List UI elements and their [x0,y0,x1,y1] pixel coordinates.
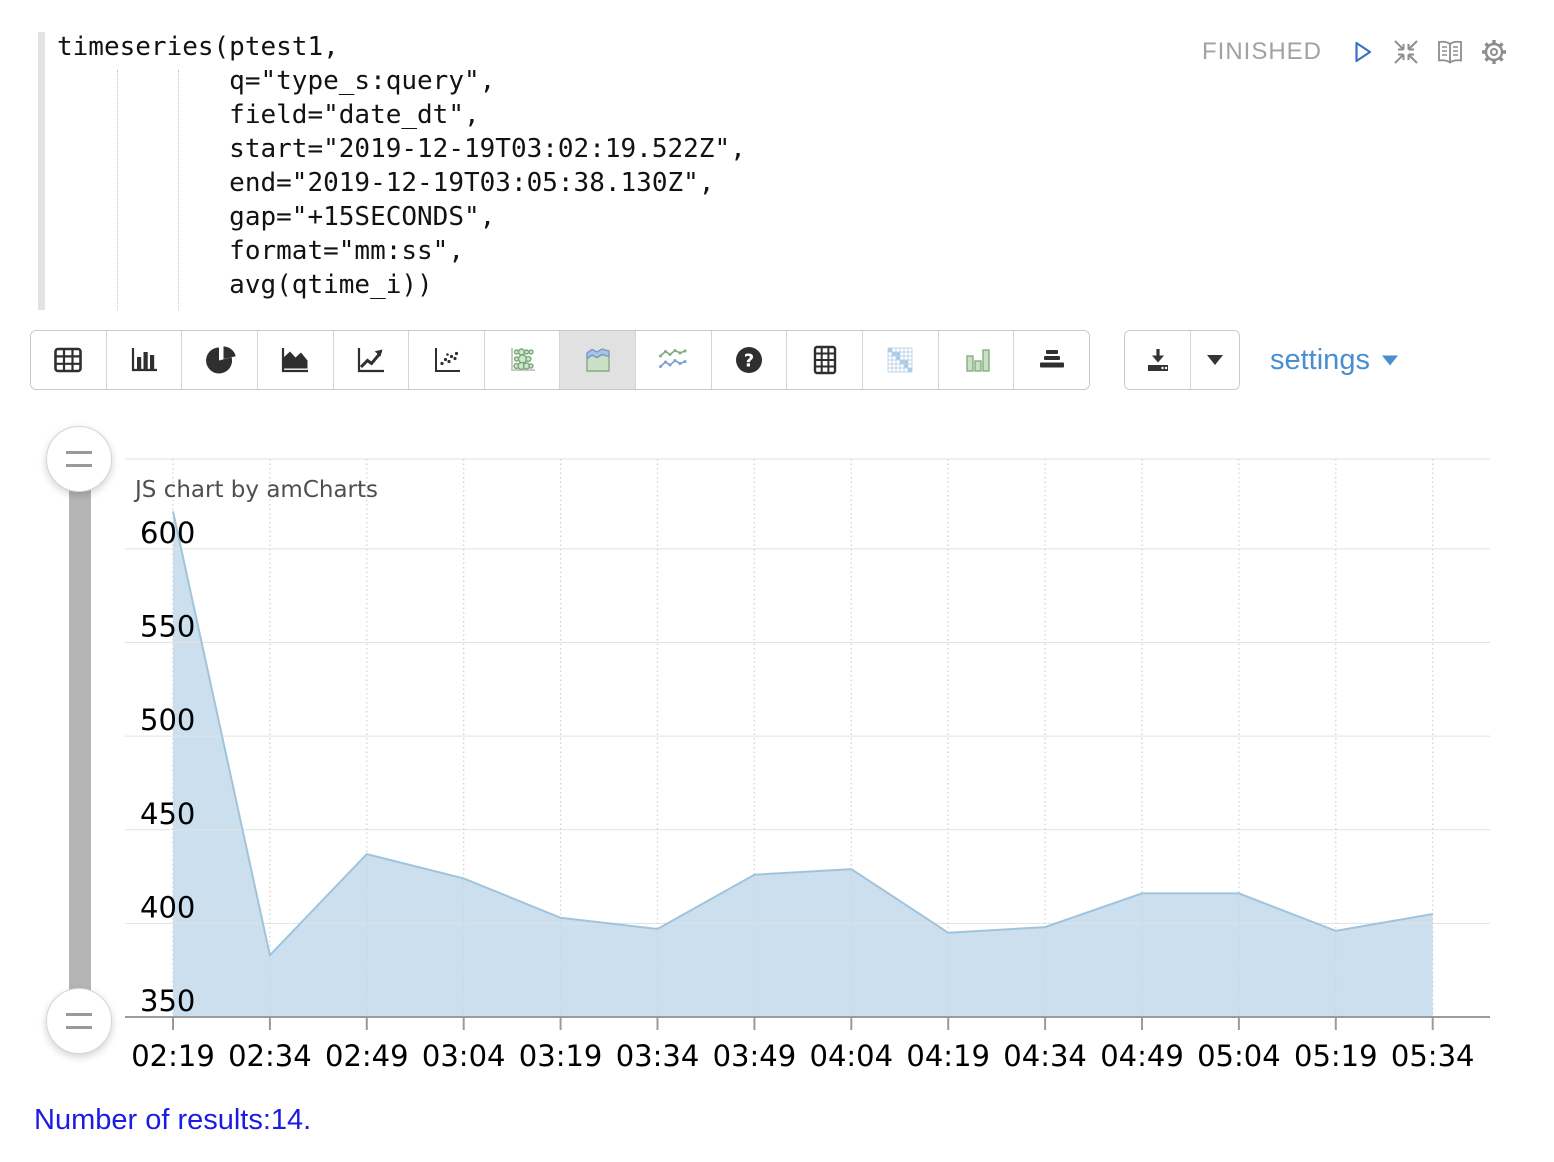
viz-button-column-chart[interactable] [939,331,1015,389]
viz-button-line-chart[interactable] [334,331,410,389]
grip-icon [66,451,92,467]
svg-text:550: 550 [140,610,195,644]
svg-text:05:04: 05:04 [1197,1039,1281,1073]
area-chart-icon [278,343,312,377]
download-icon [1143,345,1173,375]
svg-text:04:49: 04:49 [1100,1039,1184,1073]
viz-button-scatter-plot[interactable] [409,331,485,389]
paragraph-controls: FINISHED [1202,38,1508,66]
viz-button-bubble-chart[interactable] [485,331,561,389]
svg-text:05:34: 05:34 [1391,1039,1475,1073]
editor-gutter [38,32,45,310]
visualization-toolbar: ? [30,330,1090,390]
svg-text:05:19: 05:19 [1294,1039,1378,1073]
svg-text:JS chart by amCharts: JS chart by amCharts [133,477,378,503]
svg-text:?: ? [744,351,754,372]
svg-text:02:49: 02:49 [325,1039,409,1073]
chart-panel: 350 400 450 500 550 600 02:19 02:34 02:49 03:04 03… [0,430,1554,1095]
download-button[interactable] [1125,331,1191,389]
viz-button-pie-chart[interactable] [182,331,258,389]
results-count: Number of results:14. [34,1104,311,1137]
svg-text:04:34: 04:34 [1003,1039,1087,1073]
svg-text:600: 600 [140,516,195,550]
run-icon[interactable] [1348,38,1376,66]
help-icon: ? [732,343,766,377]
settings-caret-icon [1381,354,1399,367]
code-editor[interactable]: timeseries(ptest1, q="type_s:query", fie… [30,28,1524,316]
bar-chart-icon [127,343,161,377]
status-badge: FINISHED [1202,38,1322,66]
scrollbar-bottom-handle[interactable] [46,988,112,1054]
settings-label: settings [1270,344,1370,377]
bubble-chart-icon [505,343,539,377]
code-content[interactable]: timeseries(ptest1, q="type_s:query", fie… [57,30,746,302]
viz-button-help[interactable]: ? [712,331,788,389]
grip-icon [66,1013,92,1029]
book-icon[interactable] [1436,38,1464,66]
svg-text:350: 350 [140,984,195,1018]
diagonal-matrix-icon [883,343,917,377]
viz-button-table[interactable] [31,331,107,389]
viz-button-diagonal-matrix[interactable] [863,331,939,389]
pie-chart-icon [203,343,237,377]
multi-line-chart-icon [656,343,690,377]
svg-text:400: 400 [140,890,195,924]
svg-text:03:34: 03:34 [616,1039,700,1073]
svg-text:500: 500 [140,703,195,737]
stacked-area-chart-icon [581,343,615,377]
collapse-icon[interactable] [1392,38,1420,66]
viz-button-funnel[interactable] [1014,331,1089,389]
viz-button-pivot-table[interactable] [787,331,863,389]
svg-text:04:19: 04:19 [906,1039,990,1073]
value-axis-scrollbar [69,458,91,1020]
scatter-plot-icon [430,343,464,377]
svg-text:03:19: 03:19 [519,1039,603,1073]
svg-text:04:04: 04:04 [810,1039,894,1073]
svg-text:03:04: 03:04 [422,1039,506,1073]
pivot-table-icon [808,343,842,377]
viz-button-area-chart[interactable] [258,331,334,389]
settings-toggle[interactable]: settings [1270,330,1399,390]
zeppelin-paragraph: timeseries(ptest1, q="type_s:query", fie… [0,0,1554,1162]
viz-button-multi-line-chart[interactable] [636,331,712,389]
scrollbar-top-handle[interactable] [46,426,112,492]
caret-down-icon [1204,352,1226,368]
line-chart-icon [354,343,388,377]
funnel-icon [1035,343,1069,377]
svg-text:02:34: 02:34 [228,1039,312,1073]
svg-text:450: 450 [140,797,195,831]
visualization-toolbar-row: ? [30,330,1524,392]
export-button-group [1124,330,1240,390]
svg-text:02:19: 02:19 [131,1039,215,1073]
viz-button-bar-chart[interactable] [107,331,183,389]
gear-icon[interactable] [1480,38,1508,66]
download-options-button[interactable] [1191,331,1239,389]
column-chart-icon [959,343,993,377]
svg-text:03:49: 03:49 [713,1039,797,1073]
timeseries-area-chart[interactable]: 350 400 450 500 550 600 02:19 02:34 02:49 03:04 03… [110,440,1530,1088]
table-icon [51,343,85,377]
viz-button-stacked-area-chart[interactable] [560,331,636,389]
